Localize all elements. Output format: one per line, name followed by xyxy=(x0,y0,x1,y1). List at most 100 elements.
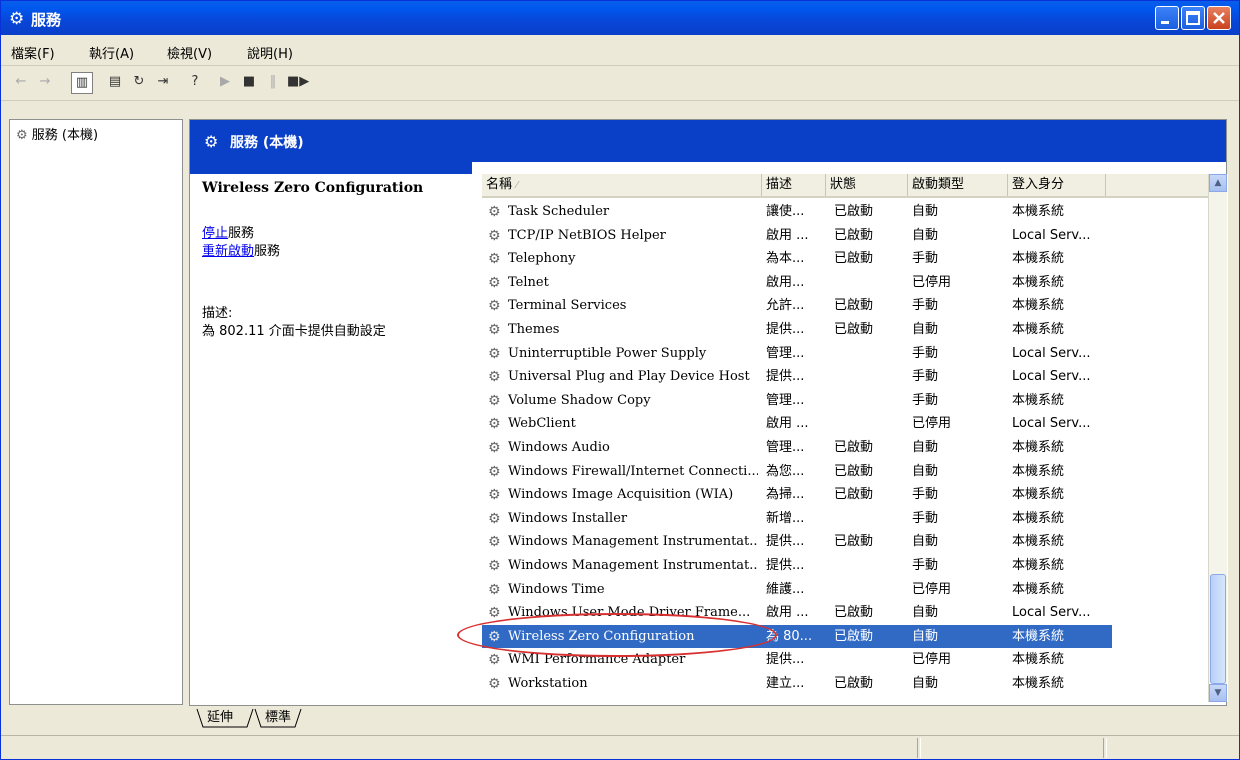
properties-icon[interactable]: ▤ xyxy=(105,72,125,92)
service-name: Themes xyxy=(508,322,560,337)
service-logon: 本機系統 xyxy=(1012,298,1065,314)
column-header-logon[interactable]: 登入身分 xyxy=(1008,174,1106,196)
table-row[interactable]: ⚙ Windows Time 維護... 已停用 本機系統 xyxy=(482,578,1210,601)
maximize-button[interactable] xyxy=(1181,6,1205,30)
forward-icon[interactable]: → xyxy=(35,72,55,92)
help-icon[interactable]: ? xyxy=(185,72,205,92)
table-row[interactable]: ⚙ Windows Installer 新增... 手動 本機系統 xyxy=(482,507,1210,530)
table-row[interactable]: ⚙ WebClient 啟用 ... 已停用 Local Serv... xyxy=(482,412,1210,435)
table-row[interactable]: ⚙ Windows Management Instrumentat... 提供...… xyxy=(482,530,1210,553)
service-gear-icon: ⚙ xyxy=(488,322,501,338)
vertical-scrollbar[interactable]: ▲ ▼ xyxy=(1208,174,1227,702)
status-bar xyxy=(1,735,1239,759)
service-gear-icon: ⚙ xyxy=(488,345,501,362)
column-header-status[interactable]: 狀態 xyxy=(826,174,908,196)
stop-service-link[interactable]: 停止 xyxy=(202,226,228,241)
tab-extended[interactable]: 延伸 xyxy=(207,707,233,729)
menu-file[interactable]: 檔案(F) xyxy=(11,43,55,62)
service-name: Windows Time xyxy=(508,581,605,597)
service-startup: 手動 xyxy=(912,345,939,361)
service-gear-icon: ⚙ xyxy=(488,274,501,291)
service-startup: 自動 xyxy=(912,463,939,479)
service-name: Universal Plug and Play Device Host xyxy=(508,369,750,385)
refresh-icon[interactable]: ↻ xyxy=(129,72,149,92)
table-row[interactable]: ⚙ Uninterruptible Power Supply 管理... 手動 Loca… xyxy=(482,342,1210,365)
table-row[interactable]: ⚙ Themes 提供... 已啟動 自動 本機系統 xyxy=(482,318,1210,341)
service-gear-icon: ⚙ xyxy=(488,440,501,456)
close-button[interactable] xyxy=(1207,6,1231,30)
service-logon: 本機系統 xyxy=(1012,652,1065,668)
show-console-tree-icon[interactable]: ▥ xyxy=(71,72,93,94)
table-row[interactable]: ⚙ WMI Performance Adapter 提供... 已停用 本機系統 xyxy=(482,648,1210,671)
service-gear-icon: ⚙ xyxy=(488,558,501,574)
service-startup: 自動 xyxy=(912,322,939,337)
service-name: Windows Image Acquisition (WIA) xyxy=(508,487,734,503)
service-gear-icon: ⚙ xyxy=(488,463,501,480)
back-icon[interactable]: ← xyxy=(11,72,31,92)
table-row[interactable]: ⚙ Universal Plug and Play Device Host 提供..… xyxy=(482,365,1210,388)
services-gear-icon: ⚙ xyxy=(9,9,25,29)
service-name: TCP/IP NetBIOS Helper xyxy=(508,227,666,243)
view-tabs: 延伸 標準 xyxy=(195,707,1225,729)
export-list-icon[interactable]: ⇥ xyxy=(153,72,173,92)
table-row[interactable]: ⚙ Windows Audio 管理... 已啟動 自動 本機系統 xyxy=(482,436,1210,459)
service-desc: 為您... xyxy=(766,463,805,479)
service-desc: 啟用 ... xyxy=(766,605,809,621)
table-row[interactable]: ⚙ Wireless Zero Configuration 為 80... 已啟動 自動… xyxy=(482,624,1112,648)
service-name: Telephony xyxy=(508,251,576,267)
table-row[interactable]: ⚙ Workstation 建立... 已啟動 自動 本機系統 xyxy=(482,672,1210,695)
column-header-name[interactable]: 名稱 ⁄ xyxy=(482,174,762,196)
service-gear-icon: ⚙ xyxy=(488,534,501,551)
service-logon: 本機系統 xyxy=(1012,487,1065,503)
minimize-button[interactable] xyxy=(1155,6,1179,30)
service-desc: 允許... xyxy=(766,298,805,314)
sort-ascending-icon: ⁄ xyxy=(516,180,518,191)
tab-standard[interactable]: 標準 xyxy=(265,707,291,729)
services-list[interactable]: 名稱 ⁄ 描述 狀態 啟動類型 登入身分 ⚙ Task Scheduler 讓使..… xyxy=(482,174,1228,702)
service-logon: 本機系統 xyxy=(1012,628,1065,644)
stop-service-icon[interactable]: ■ xyxy=(239,72,259,92)
scroll-thumb[interactable] xyxy=(1210,574,1226,684)
scroll-down-icon[interactable]: ▼ xyxy=(1209,684,1227,702)
scroll-up-icon[interactable]: ▲ xyxy=(1209,174,1227,192)
table-row[interactable]: ⚙ Windows Image Acquisition (WIA) 為掃... 已啟動… xyxy=(482,483,1210,506)
table-row[interactable]: ⚙ Windows Firewall/Internet Connecti... 為您… xyxy=(482,460,1210,483)
services-gear-icon: ⚙ xyxy=(16,128,28,143)
service-startup: 自動 xyxy=(912,227,939,243)
details-pane: ⚙ 服務 (本機) Wireless Zero Configuration 停止… xyxy=(189,119,1228,706)
service-logon: 本機系統 xyxy=(1012,534,1065,550)
service-name: Windows Firewall/Internet Connecti... xyxy=(508,463,758,479)
table-row[interactable]: ⚙ TCP/IP NetBIOS Helper 啟用 ... 已啟動 自動 Local S… xyxy=(482,224,1210,247)
table-row[interactable]: ⚙ Task Scheduler 讓使... 已啟動 自動 本機系統 xyxy=(482,200,1210,223)
table-row[interactable]: ⚙ Terminal Services 允許... 已啟動 手動 本機系統 xyxy=(482,294,1210,317)
table-row[interactable]: ⚙ Telnet 啟用... 已停用 本機系統 xyxy=(482,271,1210,294)
table-row[interactable]: ⚙ Windows Management Instrumentat... 提供...… xyxy=(482,554,1210,577)
menu-help[interactable]: 說明(H) xyxy=(247,43,293,62)
service-name: Terminal Services xyxy=(508,298,627,314)
column-header-description[interactable]: 描述 xyxy=(762,174,826,196)
service-desc: 新增... xyxy=(766,510,805,526)
service-startup: 自動 xyxy=(912,534,939,550)
service-startup: 手動 xyxy=(912,251,939,267)
menu-action[interactable]: 執行(A) xyxy=(89,43,134,62)
table-row[interactable]: ⚙ Telephony 為本... 已啟動 手動 本機系統 xyxy=(482,247,1210,270)
title-bar[interactable]: ⚙ 服務 xyxy=(1,1,1239,35)
tree-item-services-local[interactable]: ⚙ 服務 (本機) xyxy=(16,124,98,143)
restart-service-link[interactable]: 重新啟動 xyxy=(202,244,254,259)
service-desc: 為本... xyxy=(766,251,805,267)
restart-service-icon[interactable]: ■▶ xyxy=(287,72,309,92)
service-startup: 手動 xyxy=(912,298,939,314)
toolbar: ← → ▥ ▤ ↻ ⇥ ? ▶ ■ ‖ ■▶ xyxy=(1,66,1239,101)
service-desc: 提供... xyxy=(766,322,805,337)
selected-service-title: Wireless Zero Configuration xyxy=(202,180,424,196)
service-desc: 管理... xyxy=(766,392,805,408)
pane-banner: ⚙ 服務 (本機) xyxy=(190,120,1226,162)
pause-service-icon[interactable]: ‖ xyxy=(263,72,283,92)
menu-view[interactable]: 檢視(V) xyxy=(167,43,212,62)
table-row[interactable]: ⚙ Volume Shadow Copy 管理... 手動 本機系統 xyxy=(482,389,1210,412)
service-gear-icon: ⚙ xyxy=(488,676,501,692)
start-service-icon[interactable]: ▶ xyxy=(215,72,235,92)
table-row[interactable]: ⚙ Windows User Mode Driver Frame... 啟用 ...… xyxy=(482,601,1210,624)
service-desc: 提供... xyxy=(766,534,805,550)
column-header-startup-type[interactable]: 啟動類型 xyxy=(908,174,1008,196)
